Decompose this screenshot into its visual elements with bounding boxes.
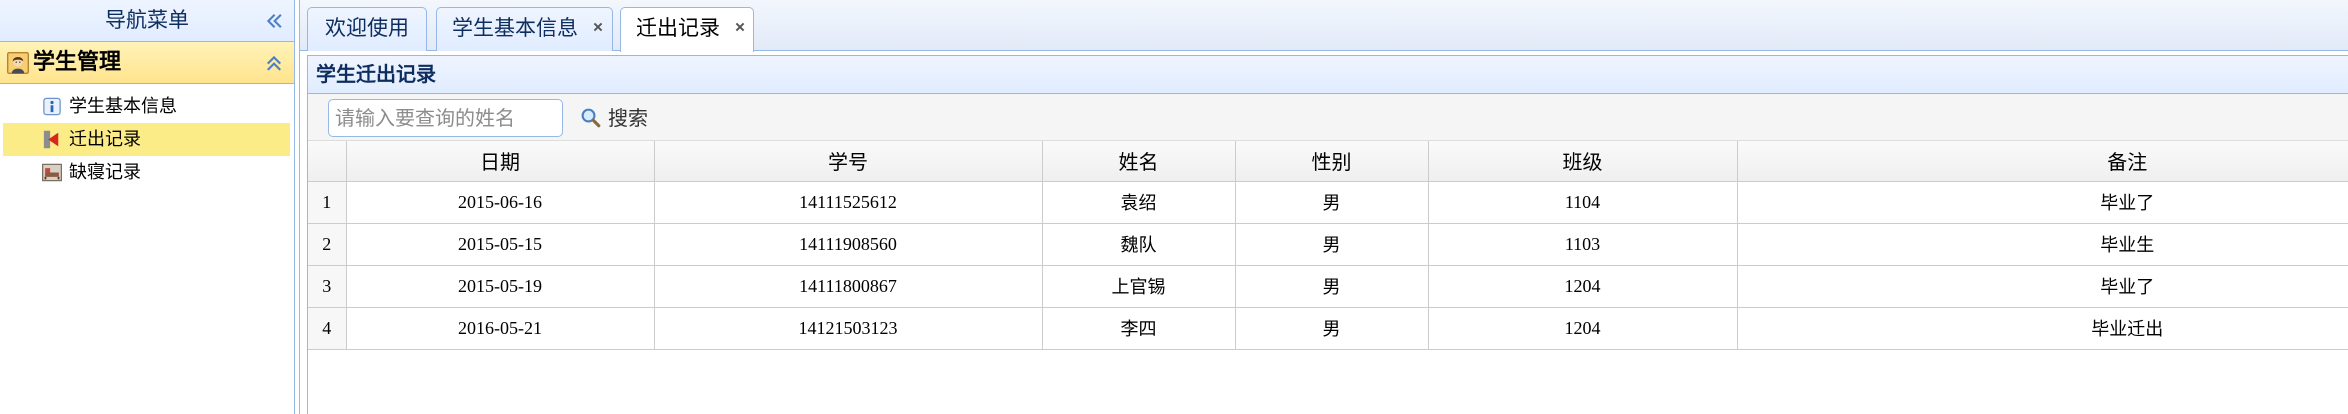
- double-chevron-up-icon[interactable]: [264, 53, 284, 73]
- row-number: 3: [308, 265, 347, 308]
- cell-student-id: 14111908560: [654, 223, 1043, 266]
- tab-welcome[interactable]: 欢迎使用: [307, 7, 427, 51]
- column-header-class[interactable]: 班级: [1428, 141, 1738, 182]
- sidebar-item-label: 缺寝记录: [69, 162, 141, 183]
- accordion-title: 学生管理: [33, 50, 122, 75]
- row-number-header: [308, 141, 347, 182]
- row-number: 4: [308, 307, 347, 350]
- panel-header: 学生迁出记录: [308, 55, 2348, 94]
- transfer-records-grid: 日期 学号 姓名 性别 班级 备注 1 2015-06-16 141115256…: [308, 141, 2348, 350]
- cell-remark: 毕业迁出: [1737, 307, 2348, 350]
- table-row[interactable]: 4 2016-05-21 14121503123 李四 男 1204 毕业迁出: [308, 307, 2348, 350]
- sidebar-item-label: 学生基本信息: [69, 96, 177, 117]
- sidebar-item-transfer-records[interactable]: 迁出记录: [3, 123, 290, 156]
- grid-header-row: 日期 学号 姓名 性别 班级 备注: [308, 141, 2348, 182]
- close-icon[interactable]: [592, 21, 604, 33]
- cell-name: 上官锡: [1042, 265, 1236, 308]
- close-icon[interactable]: [734, 21, 746, 33]
- dorm-absence-icon: [42, 162, 62, 183]
- sidebar-item-label: 迁出记录: [69, 129, 141, 150]
- cell-name: 魏队: [1042, 223, 1236, 266]
- table-row[interactable]: 3 2015-05-19 14111800867 上官锡 男 1204 毕业了: [308, 265, 2348, 308]
- search-button-label: 搜索: [608, 106, 648, 130]
- cell-gender: 男: [1235, 181, 1429, 224]
- transfer-records-panel: 学生迁出记录 搜索 日期: [307, 55, 2348, 414]
- cell-student-id: 14111525612: [654, 181, 1043, 224]
- search-input[interactable]: [328, 99, 563, 137]
- accordion-header-student-management[interactable]: 学生管理: [0, 42, 294, 84]
- info-icon: [42, 96, 62, 117]
- student-icon: [7, 52, 29, 74]
- cell-date: 2016-05-21: [346, 307, 655, 350]
- cell-name: 袁绍: [1042, 181, 1236, 224]
- table-row[interactable]: 1 2015-06-16 14111525612 袁绍 男 1104 毕业了: [308, 181, 2348, 224]
- row-number: 2: [308, 223, 347, 266]
- sidebar-item-dorm-absence[interactable]: 缺寝记录: [3, 156, 290, 189]
- cell-remark: 毕业了: [1737, 265, 2348, 308]
- cell-class: 1103: [1428, 223, 1738, 266]
- cell-class: 1104: [1428, 181, 1738, 224]
- sidebar-item-student-info[interactable]: 学生基本信息: [3, 90, 290, 123]
- cell-gender: 男: [1235, 307, 1429, 350]
- tab-label: 欢迎使用: [325, 16, 409, 40]
- navigation-sidebar: 导航菜单 学生管理 学生基本信息 迁出记录 缺寝记录: [0, 0, 295, 414]
- search-icon: [580, 107, 601, 128]
- double-chevron-left-icon[interactable]: [264, 11, 284, 31]
- page-title: 学生迁出记录: [316, 62, 436, 86]
- tab-label: 学生基本信息: [452, 16, 578, 40]
- menu-tree: 学生基本信息 迁出记录 缺寝记录: [3, 90, 290, 189]
- cell-remark: 毕业了: [1737, 181, 2348, 224]
- sidebar-title: 导航菜单: [105, 8, 189, 32]
- search-button[interactable]: 搜索: [576, 99, 668, 137]
- cell-class: 1204: [1428, 307, 1738, 350]
- column-header-remark[interactable]: 备注: [1737, 141, 2348, 182]
- cell-class: 1204: [1428, 265, 1738, 308]
- cell-date: 2015-05-19: [346, 265, 655, 308]
- tab-label: 迁出记录: [636, 16, 720, 40]
- cell-student-id: 14121503123: [654, 307, 1043, 350]
- cell-name: 李四: [1042, 307, 1236, 350]
- cell-gender: 男: [1235, 223, 1429, 266]
- main-region: 欢迎使用 学生基本信息 迁出记录 学生迁出记录 请输入要查询的姓名 搜索 日期 …: [299, 0, 2348, 414]
- cell-remark: 毕业生: [1737, 223, 2348, 266]
- cell-gender: 男: [1235, 265, 1429, 308]
- tab-student-info[interactable]: 学生基本信息: [436, 7, 613, 51]
- cell-student-id: 14111800867: [654, 265, 1043, 308]
- table-row[interactable]: 2 2015-05-15 14111908560 魏队 男 1103 毕业生: [308, 223, 2348, 266]
- exit-record-icon: [42, 129, 62, 150]
- tab-transfer-records[interactable]: 迁出记录: [620, 7, 754, 52]
- cell-date: 2015-05-15: [346, 223, 655, 266]
- row-number: 1: [308, 181, 347, 224]
- cell-date: 2015-06-16: [346, 181, 655, 224]
- column-header-gender[interactable]: 性别: [1235, 141, 1429, 182]
- column-header-date[interactable]: 日期: [346, 141, 655, 182]
- column-header-student-id[interactable]: 学号: [654, 141, 1043, 182]
- tab-strip: 欢迎使用 学生基本信息 迁出记录: [300, 0, 2348, 52]
- sidebar-header: 导航菜单: [0, 0, 294, 42]
- column-header-name[interactable]: 姓名: [1042, 141, 1236, 182]
- grid-toolbar: 搜索: [308, 94, 2348, 141]
